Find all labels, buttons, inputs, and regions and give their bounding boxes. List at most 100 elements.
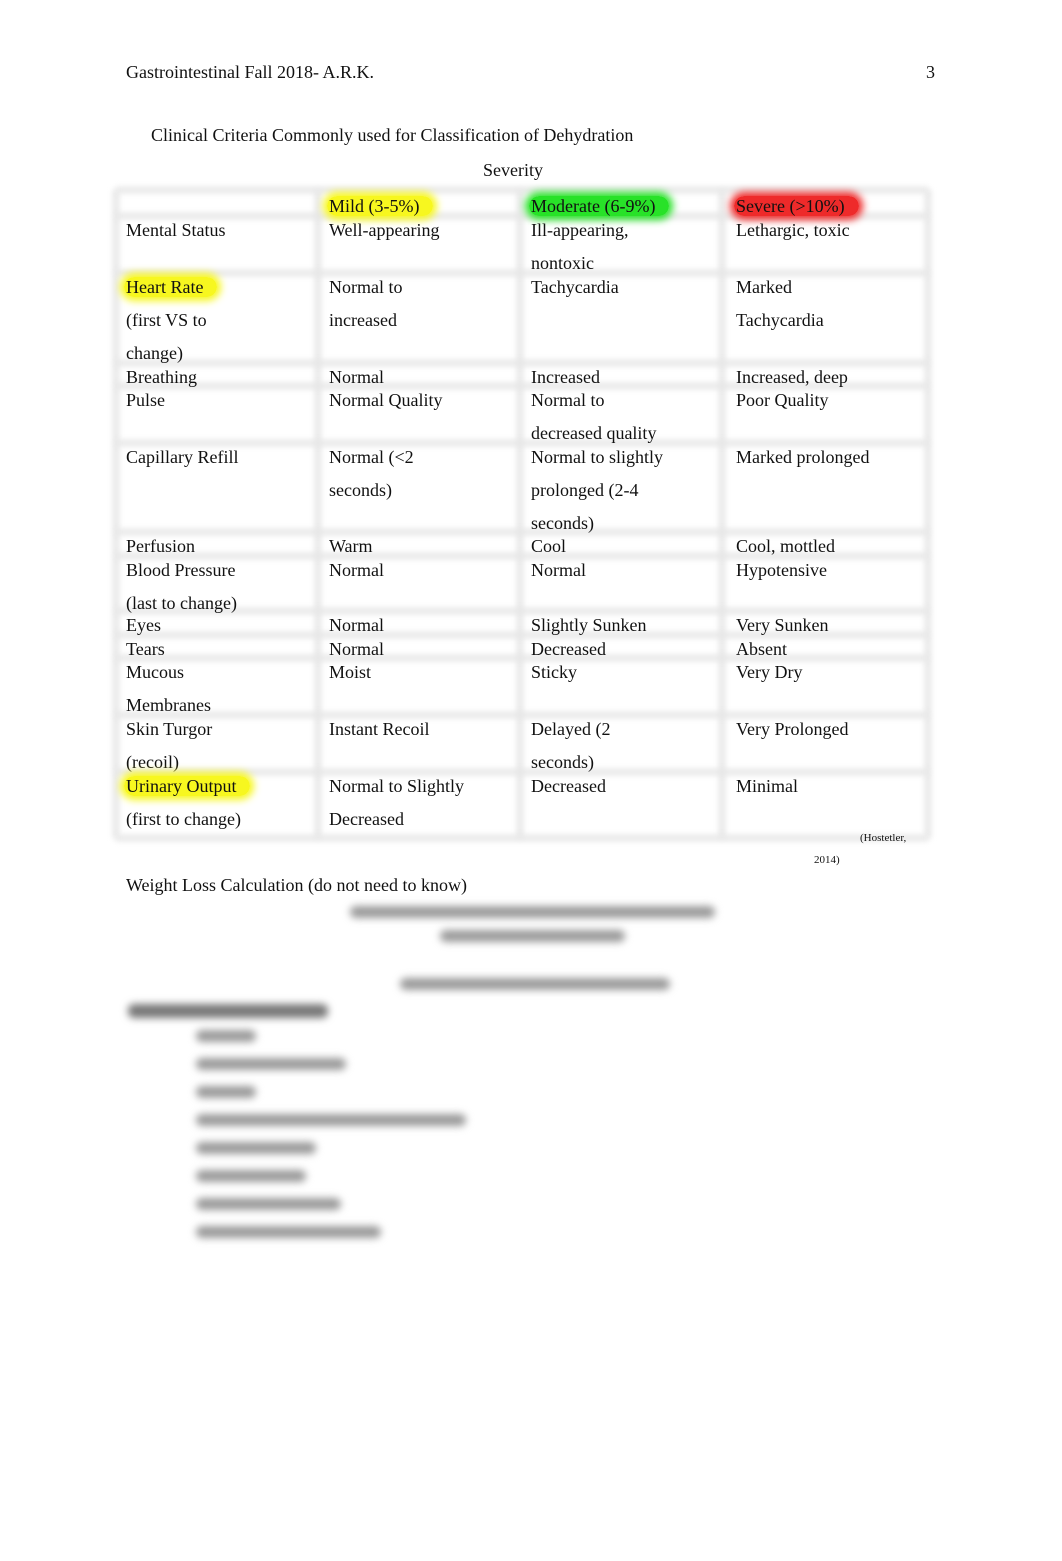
table-cell: Marked (736, 271, 792, 304)
severe-value: Cool, mottled (736, 536, 835, 556)
moderate-value: Cool (531, 536, 567, 556)
table-cell: Moist (329, 656, 371, 689)
severe-value: Marked (736, 277, 792, 297)
table-cell: Decreased (329, 803, 404, 836)
page-number: 3 (926, 62, 935, 82)
mild-value: Well-appearing (329, 220, 440, 240)
table-cell: Poor Quality (736, 384, 829, 417)
table-cell: Normal (329, 554, 384, 587)
row-label: Heart Rate (124, 271, 218, 304)
obscured-list-item (196, 1030, 256, 1042)
table-cell: Normal Quality (329, 384, 442, 417)
row-label: Mucous (126, 656, 184, 689)
weight-loss-heading: Weight Loss Calculation (do not need to … (126, 875, 467, 895)
table-grid-line (315, 190, 321, 838)
obscured-list-item (196, 1226, 381, 1238)
obscured-formula-denominator (440, 930, 625, 942)
table-grid-line (719, 190, 725, 838)
table-cell: Lethargic, toxic (736, 214, 850, 247)
table-grid-line (517, 190, 523, 838)
table-cell: prolonged (2-4 (531, 474, 638, 507)
table-cell: Decreased (531, 770, 606, 803)
mild-value: Instant Recoil (329, 719, 430, 739)
criterion-text: Urinary Output (124, 776, 251, 796)
mild-value: Normal (<2 (329, 447, 414, 467)
moderate-value: Slightly Sunken (531, 615, 647, 635)
table-cell: Very Dry (736, 656, 802, 689)
moderate-value: Normal to slightly (531, 447, 663, 467)
mild-value: Normal to Slightly (329, 776, 464, 796)
severe-value: Very Sunken (736, 615, 829, 635)
row-label: Skin Turgor (126, 713, 212, 746)
table-cell: seconds) (329, 474, 392, 507)
row-label: Urinary Output (124, 770, 251, 803)
table-subtitle: Severity (483, 160, 543, 180)
row-label: Pulse (126, 384, 165, 417)
table-grid-line (116, 270, 928, 276)
row-label: Mental Status (126, 214, 226, 247)
column-header-label: Moderate (6-9%) (529, 196, 670, 216)
table-cell: Ill-appearing, (531, 214, 628, 247)
table-cell: Normal to Slightly (329, 770, 464, 803)
severe-value: Hypotensive (736, 560, 827, 580)
table-cell: Normal to slightly (531, 441, 663, 474)
table-cell: Normal (<2 (329, 441, 414, 474)
document-header-title: Gastrointestinal Fall 2018- A.R.K. (126, 62, 374, 82)
moderate-value: Tachycardia (531, 277, 619, 297)
severe-value: Minimal (736, 776, 798, 796)
table-cell: Normal to (531, 384, 605, 417)
mild-value: Normal to (329, 277, 403, 297)
table-cell: Minimal (736, 770, 798, 803)
moderate-value: Normal to (531, 390, 605, 410)
criterion-text: Skin Turgor (126, 719, 213, 739)
table-title: Clinical Criteria Commonly used for Clas… (151, 125, 634, 145)
criterion-text: Perfusion (126, 536, 195, 556)
mild-value: Normal (329, 615, 384, 635)
table-cell: Well-appearing (329, 214, 440, 247)
severe-value: Tachycardia (736, 310, 824, 330)
table-cell: Hypotensive (736, 554, 827, 587)
citation-year: 2014) (814, 854, 840, 866)
obscured-list-item (196, 1170, 306, 1182)
table-cell: Very Prolonged (736, 713, 848, 746)
criterion-text: (first VS to (126, 310, 207, 330)
moderate-value: Sticky (531, 662, 578, 682)
moderate-value: Ill-appearing, (531, 220, 629, 240)
mild-value: Warm (329, 536, 373, 556)
table-grid-line (116, 655, 928, 661)
criterion-text: Mucous (126, 662, 184, 682)
table-cell: Tachycardia (531, 271, 619, 304)
row-label: (first to change) (126, 803, 241, 836)
criterion-text: Mental Status (126, 220, 226, 240)
severe-value: Very Prolonged (736, 719, 849, 739)
obscured-list-item (196, 1142, 316, 1154)
row-label: Blood Pressure (126, 554, 236, 587)
row-label: (first VS to (126, 304, 207, 337)
table-cell: Tachycardia (736, 304, 824, 337)
column-header-label: Severe (>10%) (734, 196, 859, 216)
obscured-list-item (196, 1058, 346, 1070)
obscured-list-item (196, 1198, 341, 1210)
criterion-text: Membranes (126, 695, 211, 715)
moderate-value: Delayed (2 (531, 719, 611, 739)
obscured-formula-numerator (350, 906, 715, 918)
criterion-text: Pulse (126, 390, 166, 410)
criterion-text: Capillary Refill (126, 447, 239, 467)
column-header-label: Mild (3-5%) (327, 196, 434, 216)
table-cell: Delayed (2 (531, 713, 610, 746)
table-cell: Marked prolonged (736, 441, 869, 474)
table-grid-line (925, 190, 931, 838)
moderate-value: nontoxic (531, 253, 594, 273)
mild-value: Normal Quality (329, 390, 443, 410)
table-cell: Instant Recoil (329, 713, 429, 746)
moderate-value: seconds) (531, 752, 594, 772)
table-cell: increased (329, 304, 397, 337)
mild-value: Decreased (329, 809, 404, 829)
obscured-formula-multiplier (400, 978, 670, 990)
severe-value: Very Dry (736, 662, 803, 682)
criterion-text: Blood Pressure (126, 560, 236, 580)
criterion-text: (first to change) (126, 809, 241, 829)
moderate-value: decreased quality (531, 423, 657, 443)
criterion-text: change) (126, 343, 183, 363)
mild-value: increased (329, 310, 397, 330)
